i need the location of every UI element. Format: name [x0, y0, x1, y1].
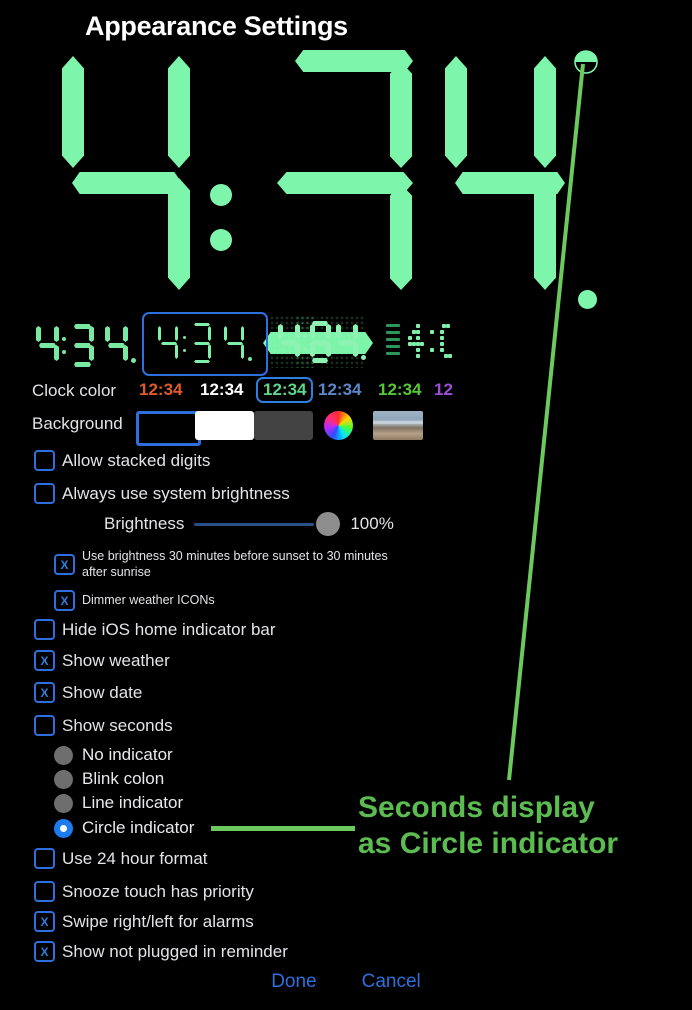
- clock-color-label: Clock color: [32, 381, 117, 400]
- setting-label: Hide iOS home indicator bar: [62, 619, 276, 639]
- setting-always-system-brightness[interactable]: Always use system brightness: [34, 483, 290, 504]
- setting-dimmer-weather-icons[interactable]: Dimmer weather ICONs: [54, 590, 215, 611]
- setting-label: Allow stacked digits: [62, 450, 211, 470]
- clock-preview-large: [0, 44, 692, 354]
- checkbox-show-seconds[interactable]: [34, 715, 55, 736]
- appearance-settings-screen: Appearance Settings Clock color 12:34 12…: [0, 0, 692, 1010]
- clock-color-option-3[interactable]: 12:34: [318, 380, 361, 400]
- seconds-option-label: Circle indicator: [82, 818, 195, 837]
- footer-actions: Done Cancel: [0, 971, 692, 993]
- checkbox-allow-stacked-digits[interactable]: [34, 450, 55, 471]
- clock-color-option-2[interactable]: 12:34: [256, 377, 314, 403]
- setting-hide-home-indicator[interactable]: Hide iOS home indicator bar: [34, 619, 276, 640]
- clock-color-option-1[interactable]: 12:34: [200, 380, 243, 400]
- clock-style-option-thin-lcd[interactable]: [142, 312, 268, 376]
- annotation-line-2: as Circle indicator: [358, 827, 619, 860]
- setting-label: Dimmer weather ICONs: [82, 592, 215, 607]
- setting-label: Show seconds: [62, 715, 173, 735]
- brightness-value: 100%: [350, 514, 394, 533]
- seconds-option-label: Line indicator: [82, 793, 184, 812]
- clock-style-option-matrix-lcd[interactable]: [270, 312, 375, 372]
- setting-label: Show date: [62, 682, 143, 702]
- checkbox-sunset-brightness[interactable]: [54, 554, 75, 576]
- annotation-text: Seconds display as Circle indicator: [358, 790, 688, 862]
- setting-sunset-brightness[interactable]: Use brightness 30 minutes before sunset …: [54, 549, 394, 580]
- checkbox-always-system-brightness[interactable]: [34, 483, 55, 504]
- background-swatch-gray[interactable]: [254, 411, 313, 440]
- setting-snooze-priority[interactable]: Snooze touch has priority: [34, 881, 254, 902]
- setting-label: Swipe right/left for alarms: [62, 911, 254, 931]
- brightness-row: Brightness 100%: [104, 512, 394, 536]
- checkbox-not-plugged-reminder[interactable]: [34, 941, 55, 962]
- setting-show-date[interactable]: Show date: [34, 682, 142, 703]
- checkbox-swipe-alarms[interactable]: [34, 911, 55, 932]
- checkbox-show-weather[interactable]: [34, 650, 55, 671]
- background-swatch-white[interactable]: [195, 411, 254, 440]
- radio-blink-colon[interactable]: [54, 769, 73, 789]
- clock-color-option-0[interactable]: 12:34: [139, 380, 182, 400]
- brightness-slider-knob[interactable]: [316, 512, 341, 536]
- checkbox-use-24-hour[interactable]: [34, 848, 55, 869]
- background-swatch-color-wheel[interactable]: [324, 411, 353, 440]
- setting-not-plugged-reminder[interactable]: Show not plugged in reminder: [34, 941, 288, 962]
- checkbox-dimmer-weather-icons[interactable]: [54, 590, 75, 611]
- checkbox-hide-home-indicator[interactable]: [34, 619, 55, 640]
- setting-label: Use 24 hour format: [62, 848, 208, 868]
- clock-color-option-5[interactable]: 12: [434, 380, 453, 400]
- clock-style-option-seven-segment[interactable]: [30, 312, 140, 372]
- am-pm-dot: [578, 290, 597, 309]
- seconds-option-blink-colon[interactable]: Blink colon: [54, 769, 164, 789]
- setting-label: Use brightness 30 minutes before sunset …: [82, 549, 388, 579]
- brightness-slider-track[interactable]: [194, 522, 315, 526]
- seconds-option-circle-indicator[interactable]: Circle indicator: [54, 818, 194, 838]
- setting-use-24-hour[interactable]: Use 24 hour format: [34, 848, 208, 869]
- setting-allow-stacked-digits[interactable]: Allow stacked digits: [34, 450, 210, 471]
- annotation-underline: [211, 826, 355, 831]
- setting-label: Show weather: [62, 650, 170, 670]
- setting-swipe-alarms[interactable]: Swipe right/left for alarms: [34, 911, 254, 932]
- setting-label: Snooze touch has priority: [62, 881, 254, 901]
- annotation-line-1: Seconds display: [358, 791, 595, 824]
- radio-line-indicator[interactable]: [54, 793, 73, 813]
- seconds-option-label: No indicator: [82, 745, 173, 764]
- clock-style-previews: [0, 312, 692, 376]
- setting-label: Show not plugged in reminder: [62, 941, 288, 961]
- clock-style-option-dot-matrix[interactable]: [382, 312, 462, 372]
- checkbox-snooze-priority[interactable]: [34, 881, 55, 902]
- page-title: Appearance Settings: [85, 11, 348, 41]
- setting-show-seconds[interactable]: Show seconds: [34, 715, 173, 736]
- radio-no-indicator[interactable]: [54, 745, 73, 765]
- radio-circle-indicator[interactable]: [54, 818, 73, 838]
- done-button[interactable]: Done: [271, 971, 316, 993]
- seconds-option-label: Blink colon: [82, 769, 165, 788]
- seconds-option-line-indicator[interactable]: Line indicator: [54, 793, 183, 813]
- cancel-button[interactable]: Cancel: [362, 971, 421, 993]
- clock-color-option-4[interactable]: 12:34: [378, 380, 421, 400]
- seconds-option-no-indicator[interactable]: No indicator: [54, 745, 173, 765]
- background-swatch-black[interactable]: [136, 411, 201, 446]
- background-label: Background: [32, 414, 123, 433]
- brightness-label: Brightness: [104, 514, 185, 533]
- setting-show-weather[interactable]: Show weather: [34, 650, 170, 671]
- background-swatch-photo[interactable]: [373, 411, 423, 440]
- checkbox-show-date[interactable]: [34, 682, 55, 703]
- setting-label: Always use system brightness: [62, 483, 290, 503]
